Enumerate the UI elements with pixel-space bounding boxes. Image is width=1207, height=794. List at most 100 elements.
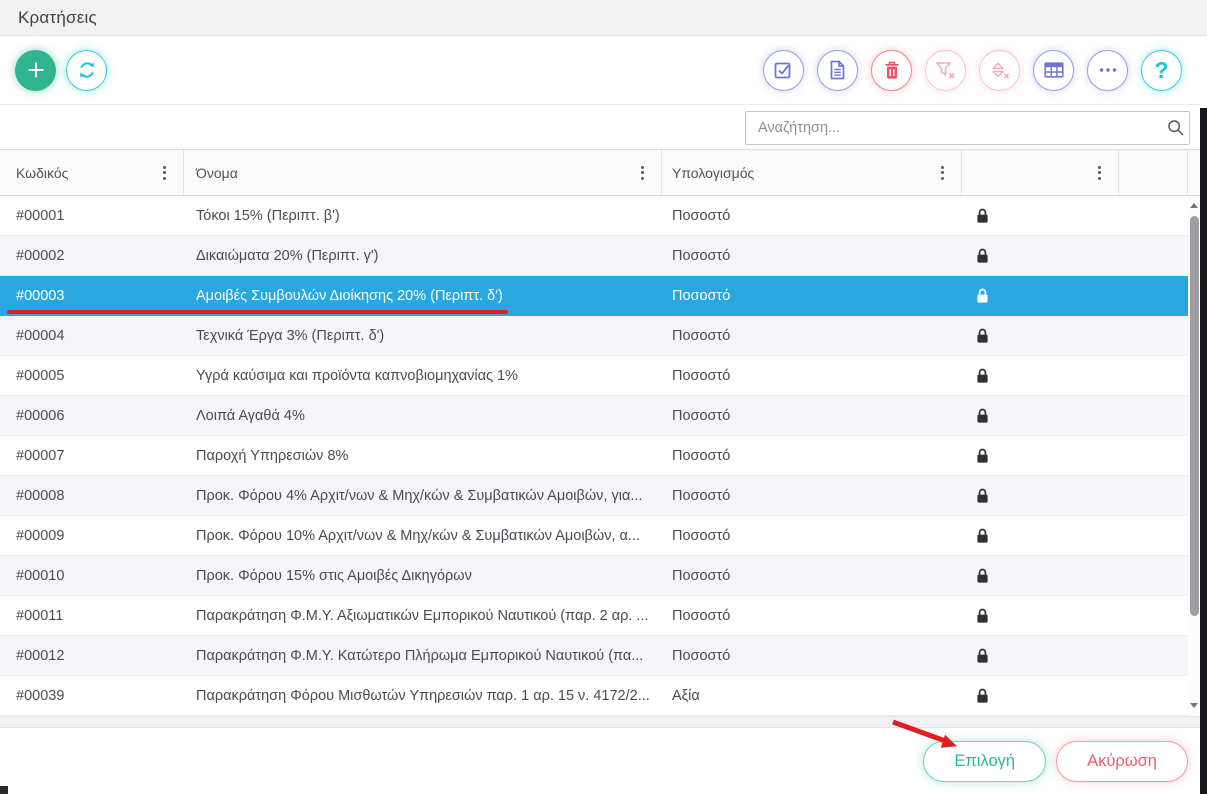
row-calc: Ποσοστό	[662, 636, 962, 675]
refresh-button[interactable]	[66, 50, 107, 91]
document-icon	[829, 60, 846, 80]
toolbar: ?	[0, 36, 1200, 105]
row-name: Παρακράτηση Φόρου Μισθωτών Υπηρεσιών παρ…	[184, 676, 662, 715]
table-row[interactable]: #00007 Παροχή Υπηρεσιών 8% Ποσοστό	[0, 436, 1188, 476]
search-input[interactable]	[746, 120, 1163, 136]
dialog-titlebar: Κρατήσεις	[0, 0, 1207, 36]
table-row[interactable]: #00010 Προκ. Φόρου 15% στις Αμοιβές Δικη…	[0, 556, 1188, 596]
row-calc: Ποσοστό	[662, 396, 962, 435]
table-row[interactable]: #00006 Λοιπά Αγαθά 4% Ποσοστό	[0, 396, 1188, 436]
trash-icon	[884, 61, 900, 80]
table-row[interactable]: #00004 Τεχνικά Έργα 3% (Περιπτ. δ') Ποσο…	[0, 316, 1188, 356]
table-row[interactable]: #00005 Υγρά καύσιμα και προϊόντα καπνοβι…	[0, 356, 1188, 396]
dialog-footer: Επιλογή Ακύρωση	[0, 727, 1207, 794]
row-code: #00007	[0, 436, 184, 475]
select-button[interactable]: Επιλογή	[923, 741, 1046, 782]
add-button[interactable]	[15, 50, 56, 91]
column-header-name[interactable]: Όνομα	[184, 150, 662, 195]
table-row[interactable]: #00011 Παρακράτηση Φ.Μ.Υ. Αξιωματικών Εμ…	[0, 596, 1188, 636]
row-name: Υγρά καύσιμα και προϊόντα καπνοβιομηχανί…	[184, 356, 662, 395]
column-header-lock[interactable]	[962, 150, 1119, 195]
column-label: Κωδικός	[16, 165, 68, 181]
row-code: #00008	[0, 476, 184, 515]
table-row[interactable]: #00003 Αμοιβές Συμβουλών Διοίκησης 20% (…	[0, 276, 1188, 316]
lock-icon	[976, 568, 989, 584]
lock-icon	[976, 528, 989, 544]
lock-icon	[976, 488, 989, 504]
row-name: Προκ. Φόρου 4% Αρχιτ/νων & Μηχ/κών & Συμ…	[184, 476, 662, 515]
help-button[interactable]: ?	[1141, 50, 1182, 91]
search-box	[745, 111, 1190, 145]
row-name: Αμοιβές Συμβουλών Διοίκησης 20% (Περιπτ.…	[184, 276, 662, 315]
more-button[interactable]	[1087, 50, 1128, 91]
cancel-button[interactable]: Ακύρωση	[1056, 741, 1188, 782]
table-row[interactable]: #00008 Προκ. Φόρου 4% Αρχιτ/νων & Μηχ/κώ…	[0, 476, 1188, 516]
check-button[interactable]	[763, 50, 804, 91]
table-row[interactable]: #00012 Παρακράτηση Φ.Μ.Υ. Κατώτερο Πλήρω…	[0, 636, 1188, 676]
clear-sort-button[interactable]	[979, 50, 1020, 91]
row-calc: Αξία	[662, 676, 962, 715]
lock-icon	[976, 208, 989, 224]
document-button[interactable]	[817, 50, 858, 91]
search-icon[interactable]	[1163, 119, 1189, 137]
toolbar-right-group: ?	[763, 50, 1182, 91]
column-header-code[interactable]: Κωδικός	[0, 150, 184, 195]
scrollbar-thumb[interactable]	[1190, 216, 1199, 616]
clear-filter-button[interactable]	[925, 50, 966, 91]
column-menu-icon[interactable]	[938, 163, 947, 183]
row-code: #00039	[0, 676, 184, 715]
column-menu-icon[interactable]	[1095, 163, 1104, 183]
row-name: Παρακράτηση Φ.Μ.Υ. Αξιωματικών Εμπορικού…	[184, 596, 662, 635]
row-code: #00001	[0, 196, 184, 235]
scroll-down-arrow-icon[interactable]	[1188, 698, 1200, 712]
deductions-dialog: Κρατήσεις	[0, 0, 1207, 794]
row-calc: Ποσοστό	[662, 476, 962, 515]
row-calc: Ποσοστό	[662, 356, 962, 395]
column-label: Όνομα	[196, 165, 238, 181]
row-name: Δικαιώματα 20% (Περιπτ. γ')	[184, 236, 662, 275]
plus-icon	[26, 60, 46, 80]
row-code: #00002	[0, 236, 184, 275]
row-name: Τόκοι 15% (Περιπτ. β')	[184, 196, 662, 235]
row-calc: Ποσοστό	[662, 196, 962, 235]
row-calc: Ποσοστό	[662, 276, 962, 315]
delete-button[interactable]	[871, 50, 912, 91]
row-code: #00012	[0, 636, 184, 675]
row-code: #00003	[0, 276, 184, 315]
question-icon: ?	[1154, 59, 1168, 82]
table-row[interactable]: #00001 Τόκοι 15% (Περιπτ. β') Ποσοστό	[0, 196, 1188, 236]
row-calc: Ποσοστό	[662, 316, 962, 355]
table-header: Κωδικός Όνομα Υπολογισμός	[0, 150, 1200, 196]
lock-icon	[976, 448, 989, 464]
row-code: #00009	[0, 516, 184, 555]
header-scroll-gutter	[1188, 150, 1200, 195]
row-code: #00004	[0, 316, 184, 355]
row-name: Προκ. Φόρου 10% Αρχιτ/νων & Μηχ/κών & Συ…	[184, 516, 662, 555]
scroll-up-arrow-icon[interactable]	[1188, 198, 1200, 212]
lock-icon	[976, 288, 989, 304]
toolbar-left-group	[15, 50, 107, 91]
row-code: #00006	[0, 396, 184, 435]
row-calc: Ποσοστό	[662, 556, 962, 595]
dialog-title: Κρατήσεις	[18, 8, 97, 28]
row-name: Παρακράτηση Φ.Μ.Υ. Κατώτερο Πλήρωμα Εμπο…	[184, 636, 662, 675]
table-row[interactable]: #00009 Προκ. Φόρου 10% Αρχιτ/νων & Μηχ/κ…	[0, 516, 1188, 556]
lock-icon	[976, 328, 989, 344]
row-name: Λοιπά Αγαθά 4%	[184, 396, 662, 435]
table-row[interactable]: #00002 Δικαιώματα 20% (Περιπτ. γ') Ποσοσ…	[0, 236, 1188, 276]
vertical-scrollbar[interactable]	[1188, 196, 1200, 716]
horizontal-scroll-track[interactable]	[0, 716, 1200, 727]
lock-icon	[976, 648, 989, 664]
table-row[interactable]: #00039 Παρακράτηση Φόρου Μισθωτών Υπηρεσ…	[0, 676, 1188, 716]
row-code: #00005	[0, 356, 184, 395]
column-menu-icon[interactable]	[638, 163, 647, 183]
table-body: #00001 Τόκοι 15% (Περιπτ. β') Ποσοστό #0…	[0, 196, 1188, 716]
columns-button[interactable]	[1033, 50, 1074, 91]
lock-icon	[976, 248, 989, 264]
search-row	[0, 106, 1200, 150]
row-calc: Ποσοστό	[662, 236, 962, 275]
ellipsis-icon	[1099, 67, 1117, 73]
table-icon	[1044, 62, 1064, 78]
column-header-calc[interactable]: Υπολογισμός	[662, 150, 962, 195]
column-menu-icon[interactable]	[160, 163, 169, 183]
